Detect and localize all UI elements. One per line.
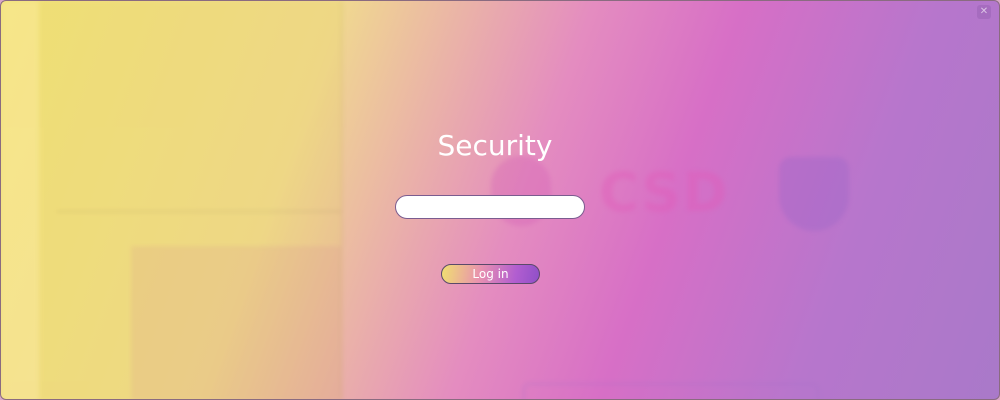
- background-table-shade: [131, 246, 341, 399]
- login-button[interactable]: Log in: [441, 264, 540, 284]
- close-icon[interactable]: ✕: [977, 5, 991, 19]
- background-bottom-box: [523, 383, 819, 399]
- password-field[interactable]: [395, 195, 585, 219]
- dialog-title: Security: [437, 129, 553, 162]
- background-logo-text: CSD: [599, 161, 730, 224]
- background-shield-icon: [779, 157, 849, 231]
- background-separator: [56, 211, 341, 212]
- security-window: CSD ✕ Security Log in: [0, 0, 1000, 400]
- background-left-strip: [1, 1, 39, 399]
